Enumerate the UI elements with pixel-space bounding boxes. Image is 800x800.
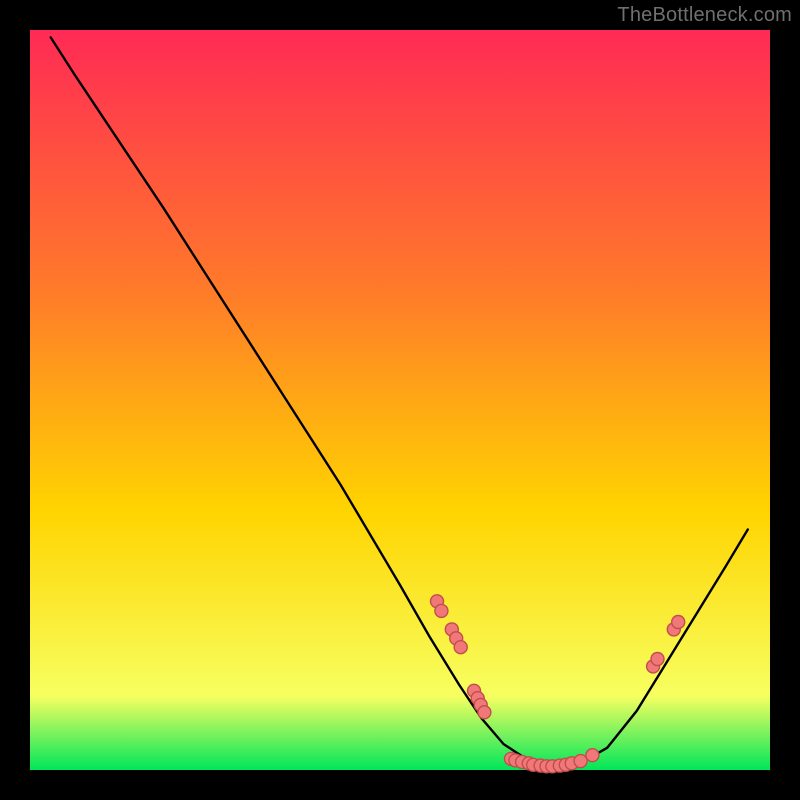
curve-marker (672, 616, 685, 629)
bottleneck-chart (0, 0, 800, 800)
curve-marker (574, 755, 587, 768)
curve-marker (435, 604, 448, 617)
watermark-label: TheBottleneck.com (617, 4, 792, 27)
curve-marker (478, 706, 491, 719)
chart-root: TheBottleneck.com (0, 0, 800, 800)
curve-marker (586, 749, 599, 762)
curve-marker (651, 653, 664, 666)
curve-marker (454, 641, 467, 654)
